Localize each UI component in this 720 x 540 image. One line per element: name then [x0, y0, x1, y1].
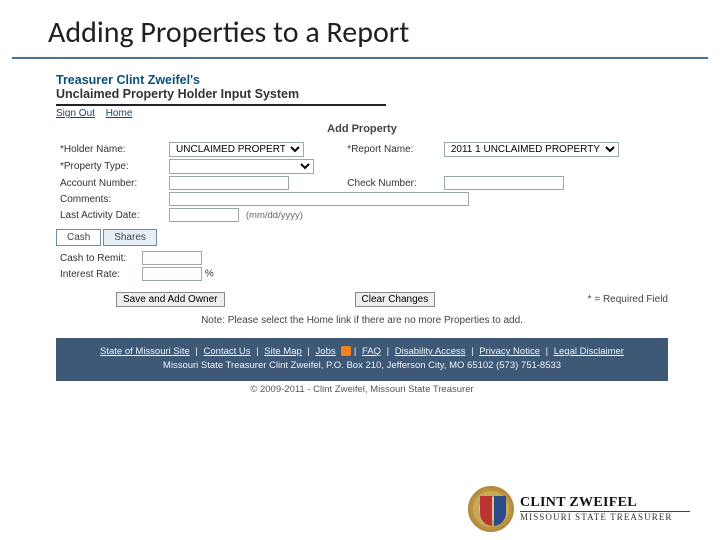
cash-remit-input[interactable] — [142, 251, 202, 265]
percent-symbol: % — [205, 269, 214, 280]
footer-links: State of Missouri Site | Contact Us | Si… — [60, 345, 664, 359]
state-seal-icon — [468, 486, 514, 532]
account-number-label: Account Number: — [56, 175, 165, 191]
footer-link-state[interactable]: State of Missouri Site — [100, 346, 190, 357]
comments-input[interactable] — [169, 192, 469, 206]
property-type-label: *Property Type: — [56, 158, 165, 175]
clear-changes-button[interactable]: Clear Changes — [355, 292, 436, 307]
nav-links: Sign Out Home — [56, 108, 668, 119]
property-type-select[interactable] — [169, 159, 314, 174]
date-format-hint: (mm/dd/yyyy) — [246, 210, 303, 221]
save-add-owner-button[interactable]: Save and Add Owner — [116, 292, 225, 307]
holder-name-select[interactable]: UNCLAIMED PROPERTY — [169, 142, 304, 157]
tab-bar: Cash Shares — [56, 229, 668, 246]
cash-remit-label: Cash to Remit: — [56, 250, 138, 266]
account-number-input[interactable] — [169, 176, 289, 190]
last-activity-input[interactable] — [169, 208, 239, 222]
note-text: Note: Please select the Home link if the… — [56, 315, 668, 326]
check-number-input[interactable] — [444, 176, 564, 190]
app-header-line1: Treasurer Clint Zweifel's — [56, 73, 668, 87]
footer-bar: State of Missouri Site | Contact Us | Si… — [56, 338, 668, 381]
footer-link-legal[interactable]: Legal Disclaimer — [554, 346, 624, 357]
check-number-label: Check Number: — [343, 175, 440, 191]
slide-title: Adding Properties to a Report — [0, 0, 720, 57]
footer-copyright: © 2009-2011 - Clint Zweifel, Missouri St… — [56, 384, 668, 395]
logo-subtitle: MISSOURI STATE TREASURER — [520, 513, 690, 522]
interest-rate-input[interactable] — [142, 267, 202, 281]
last-activity-label: Last Activity Date: — [56, 207, 165, 223]
title-divider — [12, 57, 708, 59]
interest-rate-label: Interest Rate: — [56, 266, 138, 282]
footer-address: Missouri State Treasurer Clint Zweifel, … — [60, 359, 664, 373]
page-subtitle: Add Property — [56, 123, 668, 135]
tab-cash[interactable]: Cash — [56, 229, 101, 246]
cash-panel: Cash to Remit: Interest Rate: % — [56, 250, 668, 282]
rss-icon[interactable] — [341, 346, 351, 356]
tab-shares[interactable]: Shares — [103, 229, 157, 246]
footer-link-privacy[interactable]: Privacy Notice — [479, 346, 540, 357]
comments-label: Comments: — [56, 191, 165, 207]
app-area: Treasurer Clint Zweifel's Unclaimed Prop… — [56, 73, 668, 395]
footer-link-sitemap[interactable]: Site Map — [264, 346, 302, 357]
footer-link-disability[interactable]: Disability Access — [395, 346, 466, 357]
report-name-label: *Report Name: — [343, 141, 440, 158]
form-table: *Holder Name: UNCLAIMED PROPERTY *Report… — [56, 141, 668, 223]
required-note: * = Required Field — [588, 294, 668, 305]
footer-link-jobs[interactable]: Jobs — [316, 346, 336, 357]
app-header-line2: Unclaimed Property Holder Input System — [56, 87, 668, 101]
report-name-select[interactable]: 2011 1 UNCLAIMED PROPERTY — [444, 142, 619, 157]
header-divider — [56, 104, 386, 106]
signout-link[interactable]: Sign Out — [56, 108, 95, 119]
logo-bar: CLINT ZWEIFEL MISSOURI STATE TREASURER — [468, 486, 690, 532]
button-row: Save and Add Owner Clear Changes * = Req… — [56, 292, 668, 307]
logo-text: CLINT ZWEIFEL MISSOURI STATE TREASURER — [520, 496, 690, 522]
home-link[interactable]: Home — [106, 108, 133, 119]
logo-name: CLINT ZWEIFEL — [520, 496, 690, 510]
footer-link-faq[interactable]: FAQ — [362, 346, 381, 357]
footer-link-contact[interactable]: Contact Us — [204, 346, 251, 357]
holder-name-label: *Holder Name: — [56, 141, 165, 158]
